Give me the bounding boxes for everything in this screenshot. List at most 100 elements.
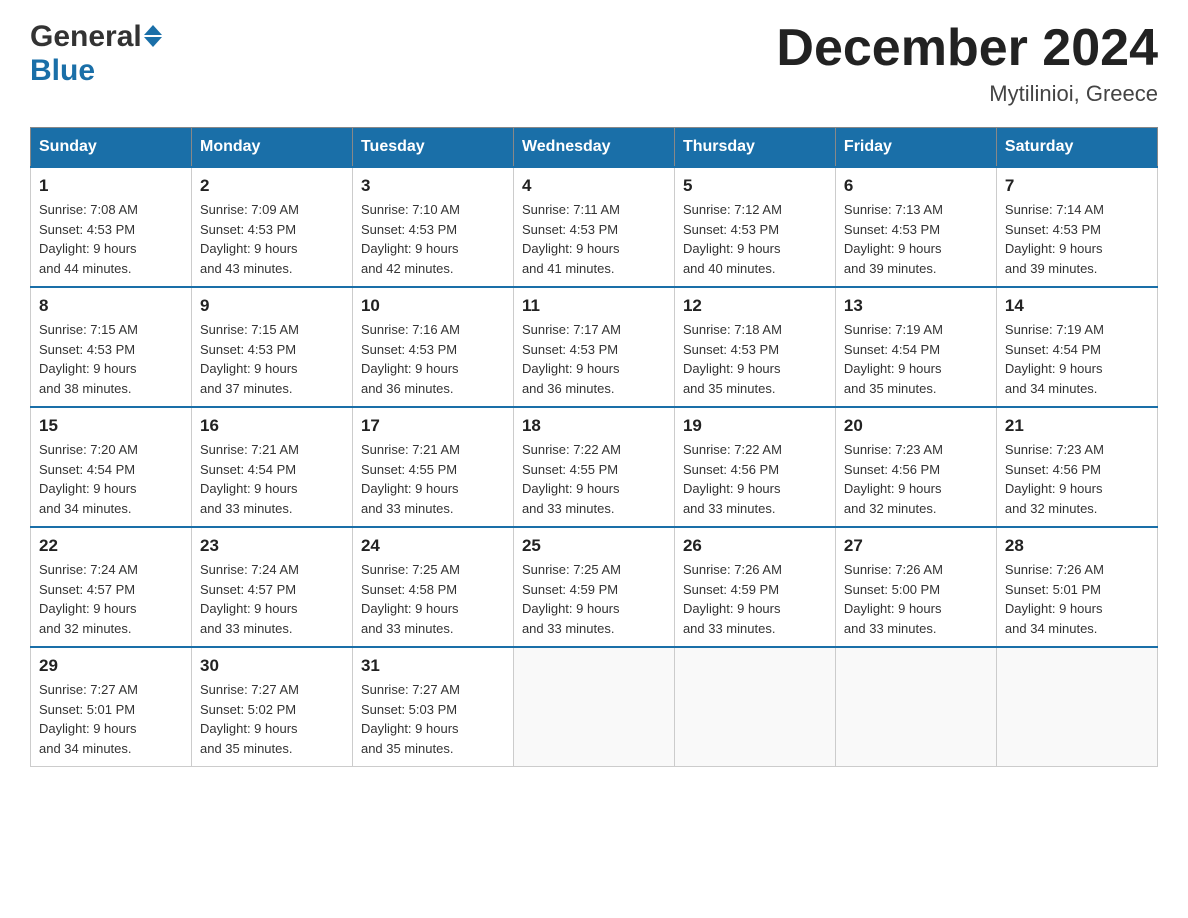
day-info: Sunrise: 7:10 AMSunset: 4:53 PMDaylight:… [361, 200, 505, 278]
day-number: 3 [361, 176, 505, 196]
calendar-week-row: 8 Sunrise: 7:15 AMSunset: 4:53 PMDaylight… [31, 287, 1158, 407]
day-info: Sunrise: 7:13 AMSunset: 4:53 PMDaylight:… [844, 200, 988, 278]
day-number: 6 [844, 176, 988, 196]
day-info: Sunrise: 7:14 AMSunset: 4:53 PMDaylight:… [1005, 200, 1149, 278]
day-number: 20 [844, 416, 988, 436]
col-tuesday: Tuesday [352, 128, 513, 168]
table-row: 4 Sunrise: 7:11 AMSunset: 4:53 PMDaylight… [513, 167, 674, 287]
day-number: 9 [200, 296, 344, 316]
day-info: Sunrise: 7:15 AMSunset: 4:53 PMDaylight:… [39, 320, 183, 398]
table-row: 11 Sunrise: 7:17 AMSunset: 4:53 PMDayligh… [513, 287, 674, 407]
day-number: 1 [39, 176, 183, 196]
month-title: December 2024 [776, 20, 1158, 77]
day-info: Sunrise: 7:21 AMSunset: 4:54 PMDaylight:… [200, 440, 344, 518]
day-number: 12 [683, 296, 827, 316]
day-number: 30 [200, 656, 344, 676]
day-info: Sunrise: 7:21 AMSunset: 4:55 PMDaylight:… [361, 440, 505, 518]
table-row: 6 Sunrise: 7:13 AMSunset: 4:53 PMDaylight… [835, 167, 996, 287]
day-number: 4 [522, 176, 666, 196]
day-number: 7 [1005, 176, 1149, 196]
table-row: 13 Sunrise: 7:19 AMSunset: 4:54 PMDayligh… [835, 287, 996, 407]
day-info: Sunrise: 7:26 AMSunset: 5:01 PMDaylight:… [1005, 560, 1149, 638]
day-info: Sunrise: 7:08 AMSunset: 4:53 PMDaylight:… [39, 200, 183, 278]
table-row: 19 Sunrise: 7:22 AMSunset: 4:56 PMDayligh… [674, 407, 835, 527]
table-row: 10Sunrise: 7:16 AMSunset: 4:53 PMDayligh… [352, 287, 513, 407]
day-number: 17 [361, 416, 505, 436]
table-row [835, 647, 996, 767]
day-info: Sunrise: 7:26 AMSunset: 5:00 PMDaylight:… [844, 560, 988, 638]
day-info: Sunrise: 7:23 AMSunset: 4:56 PMDaylight:… [1005, 440, 1149, 518]
table-row: 12 Sunrise: 7:18 AMSunset: 4:53 PMDayligh… [674, 287, 835, 407]
day-number: 8 [39, 296, 183, 316]
day-number: 10 [361, 296, 505, 316]
day-number: 15 [39, 416, 183, 436]
day-number: 21 [1005, 416, 1149, 436]
day-number: 24 [361, 536, 505, 556]
day-number: 31 [361, 656, 505, 676]
table-row: 22Sunrise: 7:24 AMSunset: 4:57 PMDayligh… [31, 527, 192, 647]
col-wednesday: Wednesday [513, 128, 674, 168]
day-info: Sunrise: 7:24 AMSunset: 4:57 PMDaylight:… [39, 560, 183, 638]
day-number: 28 [1005, 536, 1149, 556]
title-section: December 2024 Mytilinioi, Greece [776, 20, 1158, 107]
table-row: 3 Sunrise: 7:10 AMSunset: 4:53 PMDaylight… [352, 167, 513, 287]
day-info: Sunrise: 7:27 AMSunset: 5:03 PMDaylight:… [361, 680, 505, 758]
calendar-week-row: 15 Sunrise: 7:20 AMSunset: 4:54 PMDayligh… [31, 407, 1158, 527]
table-row: 16Sunrise: 7:21 AMSunset: 4:54 PMDayligh… [191, 407, 352, 527]
table-row [996, 647, 1157, 767]
table-row: 17 Sunrise: 7:21 AMSunset: 4:55 PMDayligh… [352, 407, 513, 527]
table-row: 21 Sunrise: 7:23 AMSunset: 4:56 PMDayligh… [996, 407, 1157, 527]
table-row: 15 Sunrise: 7:20 AMSunset: 4:54 PMDayligh… [31, 407, 192, 527]
day-number: 25 [522, 536, 666, 556]
day-info: Sunrise: 7:23 AMSunset: 4:56 PMDaylight:… [844, 440, 988, 518]
table-row: 25Sunrise: 7:25 AMSunset: 4:59 PMDayligh… [513, 527, 674, 647]
table-row: 14 Sunrise: 7:19 AMSunset: 4:54 PMDayligh… [996, 287, 1157, 407]
day-info: Sunrise: 7:19 AMSunset: 4:54 PMDaylight:… [844, 320, 988, 398]
day-number: 27 [844, 536, 988, 556]
day-info: Sunrise: 7:12 AMSunset: 4:53 PMDaylight:… [683, 200, 827, 278]
calendar-week-row: 1 Sunrise: 7:08 AMSunset: 4:53 PMDaylight… [31, 167, 1158, 287]
table-row: 9 Sunrise: 7:15 AMSunset: 4:53 PMDaylight… [191, 287, 352, 407]
col-thursday: Thursday [674, 128, 835, 168]
logo: General Blue [30, 20, 162, 88]
day-info: Sunrise: 7:25 AMSunset: 4:58 PMDaylight:… [361, 560, 505, 638]
day-info: Sunrise: 7:20 AMSunset: 4:54 PMDaylight:… [39, 440, 183, 518]
table-row: 23Sunrise: 7:24 AMSunset: 4:57 PMDayligh… [191, 527, 352, 647]
table-row: 8 Sunrise: 7:15 AMSunset: 4:53 PMDaylight… [31, 287, 192, 407]
day-number: 14 [1005, 296, 1149, 316]
day-number: 18 [522, 416, 666, 436]
logo-arrow-icon [144, 25, 162, 47]
day-info: Sunrise: 7:19 AMSunset: 4:54 PMDaylight:… [1005, 320, 1149, 398]
table-row: 1 Sunrise: 7:08 AMSunset: 4:53 PMDaylight… [31, 167, 192, 287]
day-info: Sunrise: 7:18 AMSunset: 4:53 PMDaylight:… [683, 320, 827, 398]
calendar-table: Sunday Monday Tuesday Wednesday Thursday… [30, 127, 1158, 767]
day-info: Sunrise: 7:26 AMSunset: 4:59 PMDaylight:… [683, 560, 827, 638]
day-info: Sunrise: 7:11 AMSunset: 4:53 PMDaylight:… [522, 200, 666, 278]
day-number: 13 [844, 296, 988, 316]
col-sunday: Sunday [31, 128, 192, 168]
day-info: Sunrise: 7:22 AMSunset: 4:56 PMDaylight:… [683, 440, 827, 518]
page-header: General Blue December 2024 Mytilinioi, G… [30, 20, 1158, 107]
table-row: 27 Sunrise: 7:26 AMSunset: 5:00 PMDayligh… [835, 527, 996, 647]
table-row: 18Sunrise: 7:22 AMSunset: 4:55 PMDayligh… [513, 407, 674, 527]
day-info: Sunrise: 7:17 AMSunset: 4:53 PMDaylight:… [522, 320, 666, 398]
calendar-week-row: 22Sunrise: 7:24 AMSunset: 4:57 PMDayligh… [31, 527, 1158, 647]
table-row: 7 Sunrise: 7:14 AMSunset: 4:53 PMDaylight… [996, 167, 1157, 287]
day-number: 11 [522, 296, 666, 316]
col-friday: Friday [835, 128, 996, 168]
day-info: Sunrise: 7:27 AMSunset: 5:02 PMDaylight:… [200, 680, 344, 758]
col-monday: Monday [191, 128, 352, 168]
day-info: Sunrise: 7:15 AMSunset: 4:53 PMDaylight:… [200, 320, 344, 398]
table-row [513, 647, 674, 767]
day-number: 5 [683, 176, 827, 196]
day-number: 2 [200, 176, 344, 196]
day-info: Sunrise: 7:27 AMSunset: 5:01 PMDaylight:… [39, 680, 183, 758]
logo-blue-text: Blue [30, 54, 95, 88]
day-number: 29 [39, 656, 183, 676]
table-row [674, 647, 835, 767]
day-number: 19 [683, 416, 827, 436]
logo-general-text: General [30, 20, 142, 54]
day-info: Sunrise: 7:09 AMSunset: 4:53 PMDaylight:… [200, 200, 344, 278]
table-row: 20 Sunrise: 7:23 AMSunset: 4:56 PMDayligh… [835, 407, 996, 527]
day-info: Sunrise: 7:24 AMSunset: 4:57 PMDaylight:… [200, 560, 344, 638]
